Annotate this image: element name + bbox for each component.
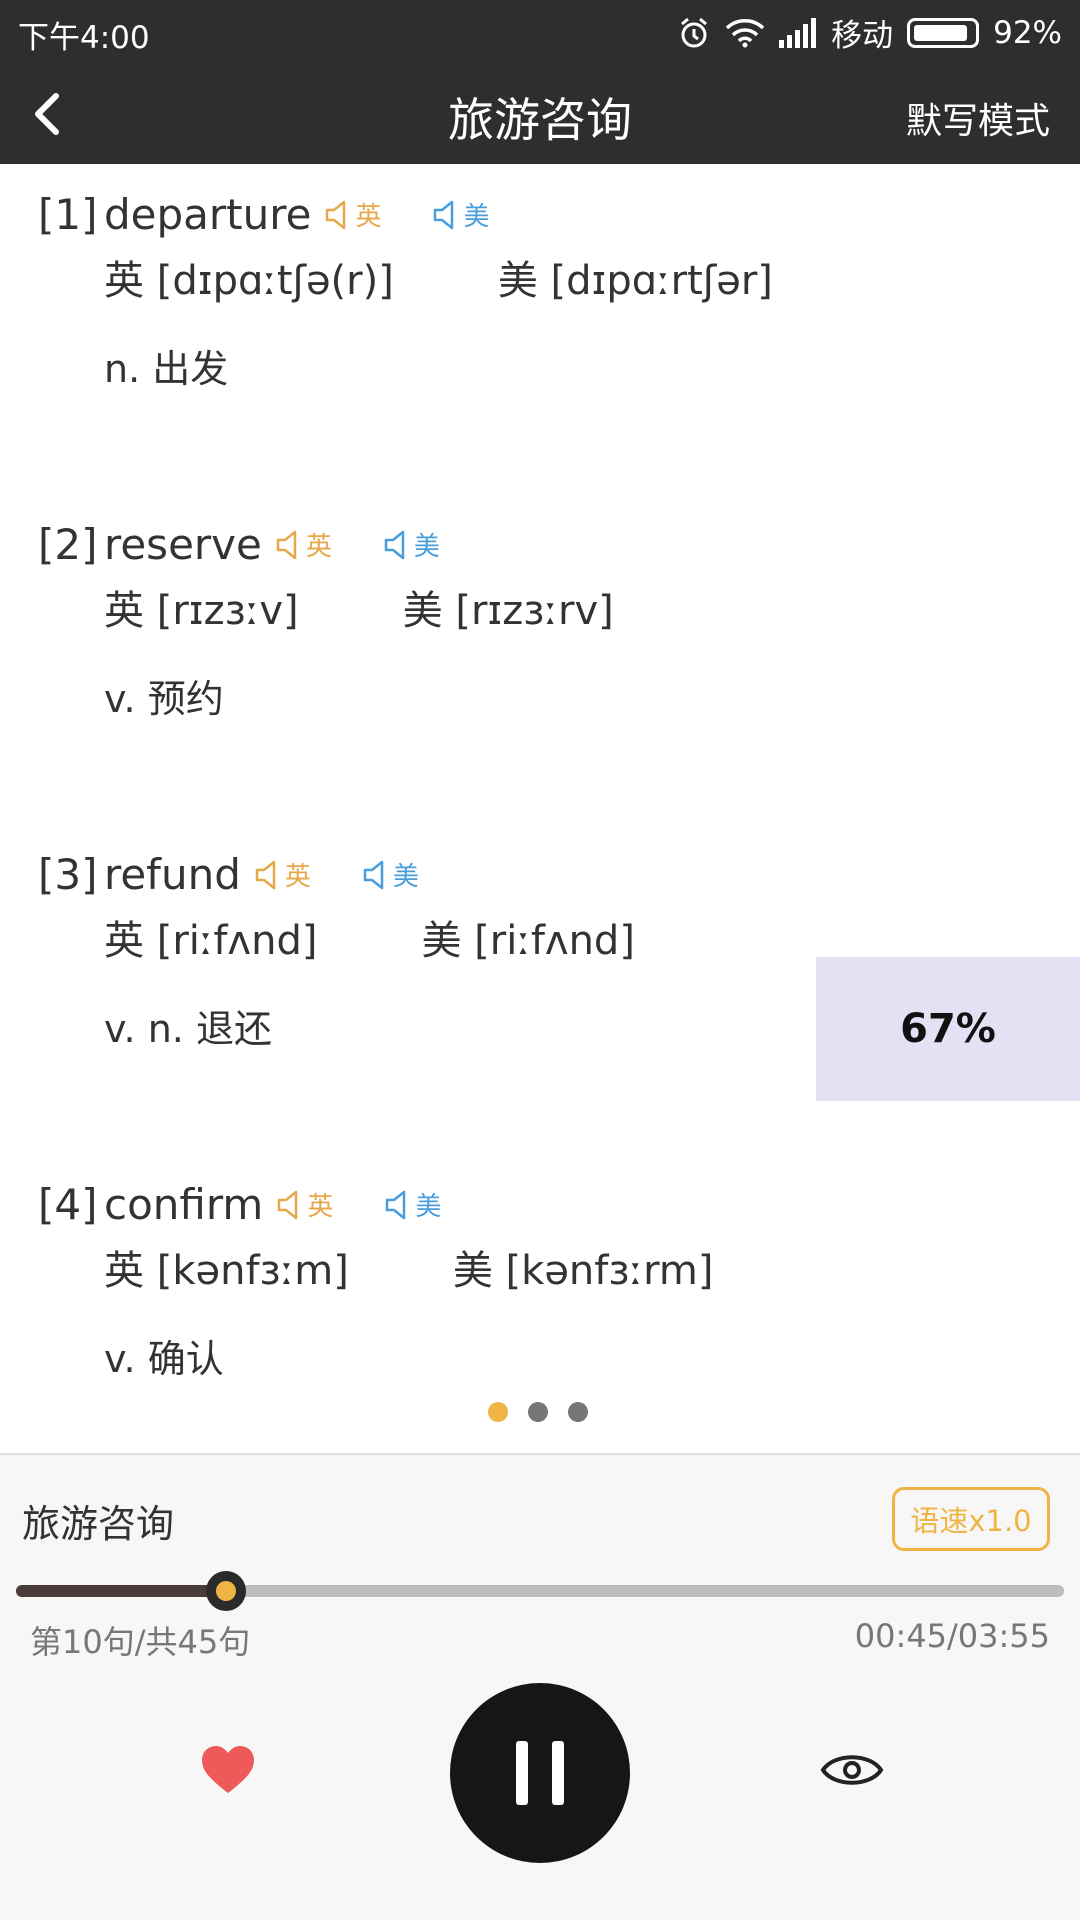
- speaker-icon: [434, 200, 454, 229]
- speaker-icon: [276, 530, 297, 559]
- app-header: 旅游咨询 默写模式: [0, 62, 1080, 164]
- carrier-label: 移动: [831, 18, 894, 54]
- player-title: 旅游咨询: [22, 1502, 175, 1546]
- time-display: 00:45/03:55: [854, 1617, 1050, 1655]
- speed-button[interactable]: 语速x1.0: [892, 1487, 1050, 1551]
- page-dot[interactable]: [528, 1402, 548, 1422]
- speaker-icon: [384, 530, 405, 559]
- us-label: 美: [392, 862, 419, 892]
- speaker-icon: [255, 860, 276, 889]
- uk-pronounce-button[interactable]: 英: [275, 1186, 333, 1223]
- status-time: 下午4:00: [18, 20, 150, 56]
- page-dot[interactable]: [488, 1402, 508, 1422]
- word-definition: n. 出发: [104, 347, 229, 391]
- word-term: departure: [104, 190, 312, 239]
- speaker-icon: [326, 200, 346, 229]
- progress-track[interactable]: [16, 1585, 1064, 1597]
- progress-fill: [16, 1585, 226, 1597]
- uk-label: 英: [307, 1192, 334, 1222]
- page-indicator: [488, 1402, 588, 1422]
- battery-percent: 92%: [993, 14, 1062, 51]
- pause-icon: [516, 1741, 528, 1805]
- us-phonetic: 美 [riːfʌnd]: [421, 918, 635, 964]
- us-label: 美: [463, 202, 490, 232]
- uk-label: 英: [284, 862, 311, 892]
- progress-handle[interactable]: [205, 1571, 246, 1611]
- us-pronounce-button[interactable]: 美: [431, 196, 489, 233]
- word-index: [3]: [38, 850, 98, 899]
- word-definition: v. n. 退还: [104, 1007, 272, 1051]
- phonetics: 英 [rɪzɜːv] 美 [rɪzɜːrv]: [104, 578, 614, 636]
- word-head: departure 英 美: [104, 190, 527, 239]
- wifi-icon: [725, 18, 765, 48]
- word-head: reserve 英 美: [104, 520, 478, 569]
- page-dot[interactable]: [568, 1402, 588, 1422]
- word-item: [2] reserve 英 美 英 [rɪzɜːv] 美 [rɪzɜːrv] v.…: [0, 520, 1080, 760]
- eye-icon[interactable]: [820, 1747, 884, 1793]
- us-label: 美: [415, 1192, 442, 1222]
- speaker-icon: [386, 1190, 406, 1219]
- word-head: confirm 英 美: [104, 1180, 479, 1229]
- word-term: confirm: [104, 1180, 264, 1229]
- pause-button[interactable]: [450, 1683, 630, 1863]
- uk-phonetic: 英 [rɪzɜːv]: [104, 588, 299, 634]
- pause-icon: [552, 1741, 564, 1805]
- word-head: refund 英 美: [104, 850, 457, 899]
- word-definition: v. 确认: [104, 1337, 224, 1381]
- uk-label: 英: [355, 202, 382, 232]
- us-phonetic: 美 [dɪpɑːrtʃər]: [497, 258, 773, 304]
- uk-phonetic: 英 [dɪpɑːtʃə(r)]: [104, 258, 394, 304]
- us-pronounce-button[interactable]: 美: [383, 1186, 441, 1223]
- word-index: [1]: [38, 190, 98, 239]
- word-index: [4]: [38, 1180, 98, 1229]
- uk-label: 英: [305, 532, 332, 562]
- progress-percent-overlay: 67%: [816, 957, 1080, 1101]
- uk-pronounce-button[interactable]: 英: [323, 196, 381, 233]
- status-right: 移动 92%: [677, 10, 1062, 55]
- alarm-icon: [677, 16, 711, 50]
- word-item: [1] departure 英 美 英 [dɪpɑːtʃə(r)] 美 [dɪpɑ…: [0, 190, 1080, 430]
- uk-phonetic: 英 [riːfʌnd]: [104, 918, 318, 964]
- us-pronounce-button[interactable]: 美: [361, 856, 419, 893]
- us-phonetic: 美 [rɪzɜːrv]: [402, 588, 614, 634]
- phonetics: 英 [dɪpɑːtʃə(r)] 美 [dɪpɑːrtʃər]: [104, 248, 773, 306]
- word-term: reserve: [104, 520, 262, 569]
- word-definition: v. 预约: [104, 677, 224, 721]
- battery-icon: [907, 17, 980, 48]
- status-bar: 下午4:00 移动 92%: [0, 0, 1080, 62]
- phonetics: 英 [kənfɜːm] 美 [kənfɜːrm]: [104, 1238, 713, 1296]
- word-term: refund: [104, 850, 241, 899]
- speaker-icon: [363, 860, 384, 889]
- word-index: [2]: [38, 520, 98, 569]
- uk-pronounce-button[interactable]: 英: [274, 526, 332, 563]
- signal-icon: [779, 17, 817, 48]
- us-pronounce-button[interactable]: 美: [382, 526, 440, 563]
- uk-pronounce-button[interactable]: 英: [253, 856, 311, 893]
- battery-fill: [914, 24, 968, 41]
- sentence-counter: 第10句/共45句: [30, 1623, 251, 1661]
- word-item: [4] confirm 英 美 英 [kənfɜːm] 美 [kənfɜːrm] …: [0, 1180, 1080, 1420]
- audio-player: 旅游咨询 语速x1.0 第10句/共45句 00:45/03:55: [0, 1453, 1080, 1920]
- us-label: 美: [413, 532, 440, 562]
- heart-icon[interactable]: [200, 1745, 256, 1795]
- phonetics: 英 [riːfʌnd] 美 [riːfʌnd]: [104, 908, 635, 966]
- us-phonetic: 美 [kənfɜːrm]: [452, 1248, 714, 1294]
- dictation-mode-button[interactable]: 默写模式: [906, 92, 1050, 144]
- uk-phonetic: 英 [kənfɜːm]: [104, 1248, 349, 1294]
- speaker-icon: [278, 1190, 298, 1219]
